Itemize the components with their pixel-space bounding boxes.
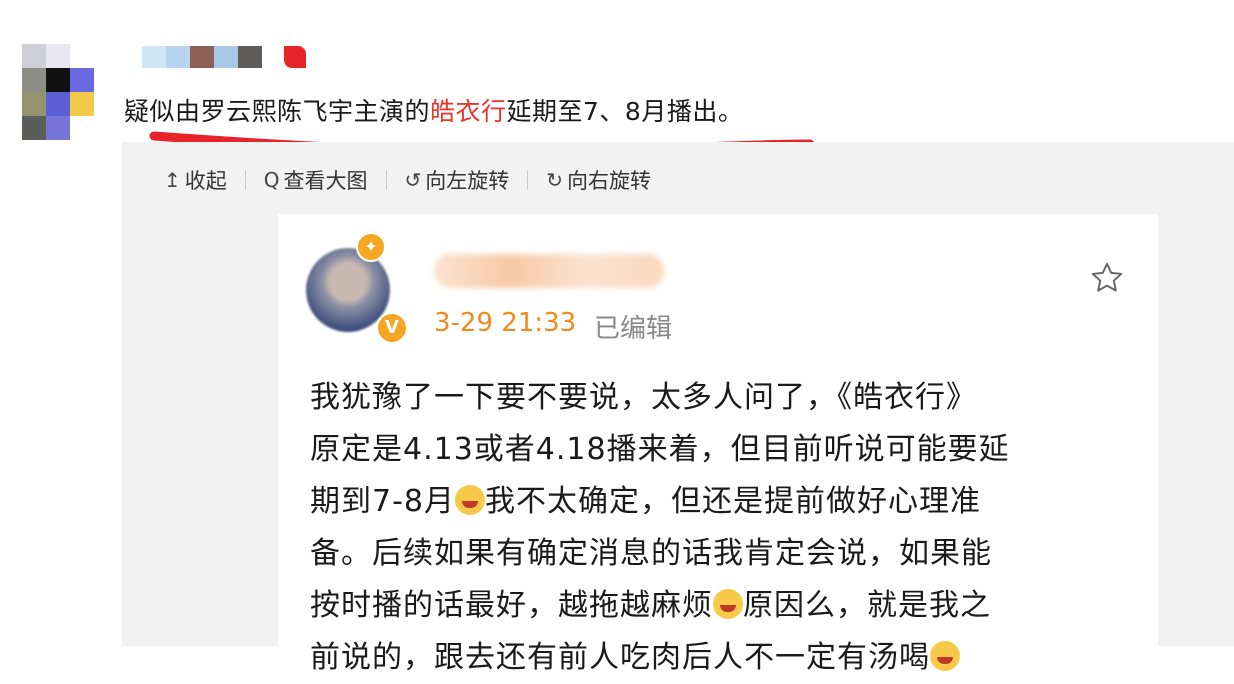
crown-badge-icon: ✦ xyxy=(356,232,386,262)
laugh-cry-emoji-icon xyxy=(455,485,485,515)
rotate-left-label: 向左旋转 xyxy=(425,169,510,193)
collapse-label: 收起 xyxy=(184,169,227,193)
favorite-star-icon[interactable] xyxy=(1088,260,1126,296)
rotate-left-button[interactable]: ↺ 向左旋转 xyxy=(405,165,510,195)
card-line: 我犹豫了一下要不要说，太多人问了，《皓衣行》 xyxy=(310,380,977,415)
tongue-emoji-icon xyxy=(713,589,743,619)
card-line: 按时播的话最好，越拖越麻烦 原因么，就是我之 xyxy=(310,580,1130,632)
view-large-label: 查看大图 xyxy=(283,169,368,193)
card-line-segment: 前说的，跟去还有前人吃肉后人不一定有汤喝 xyxy=(310,640,930,675)
card-line: 原定是4.13或者4.18播来着，但目前听说可能要延 xyxy=(310,432,1010,467)
collapse-button[interactable]: ↥ 收起 xyxy=(164,165,227,195)
card-line-segment: 按时播的话最好，越拖越麻烦 xyxy=(310,588,713,623)
toolbar-divider xyxy=(385,170,387,190)
card-line: 期到7-8月 我不太确定，但还是提前做好心理准 xyxy=(310,476,1130,528)
author-name-blurred[interactable] xyxy=(434,254,664,288)
rotate-left-icon: ↺ xyxy=(404,168,422,192)
card-line-segment: 期到7-8月 xyxy=(310,484,455,519)
card-line-segment: 原因么，就是我之 xyxy=(743,588,991,623)
magnifier-icon: Q xyxy=(263,168,280,192)
card-line: 前说的，跟去还有前人吃肉后人不一定有汤喝 xyxy=(310,632,1130,684)
member-badge-icon xyxy=(284,46,306,68)
collapse-icon: ↥ xyxy=(164,168,181,192)
post-avatar[interactable] xyxy=(22,44,94,142)
toolbar-divider xyxy=(527,170,529,190)
card-line-segment: 我不太确定，但还是提前做好心理准 xyxy=(485,484,981,519)
card-line: 备。后续如果有确定消息的话我肯定会说，如果能 xyxy=(310,536,992,571)
edited-label: 已编辑 xyxy=(594,314,673,344)
rotate-right-label: 向右旋转 xyxy=(567,169,652,193)
card-body-text: 我犹豫了一下要不要说，太多人问了，《皓衣行》 原定是4.13或者4.18播来着，… xyxy=(310,372,1130,684)
username-mosaic[interactable] xyxy=(142,46,262,68)
verified-badge-icon: V xyxy=(376,312,408,344)
image-toolbar: ↥ 收起 Q 查看大图 ↺ 向左旋转 ↻ 向右旋转 xyxy=(164,166,651,194)
rotate-right-button[interactable]: ↻ 向右旋转 xyxy=(546,165,651,195)
view-large-button[interactable]: Q 查看大图 xyxy=(264,165,368,195)
post-timestamp[interactable]: 3-29 21:33 xyxy=(434,308,576,338)
toolbar-divider xyxy=(244,170,246,190)
rotate-right-icon: ↻ xyxy=(546,168,564,192)
